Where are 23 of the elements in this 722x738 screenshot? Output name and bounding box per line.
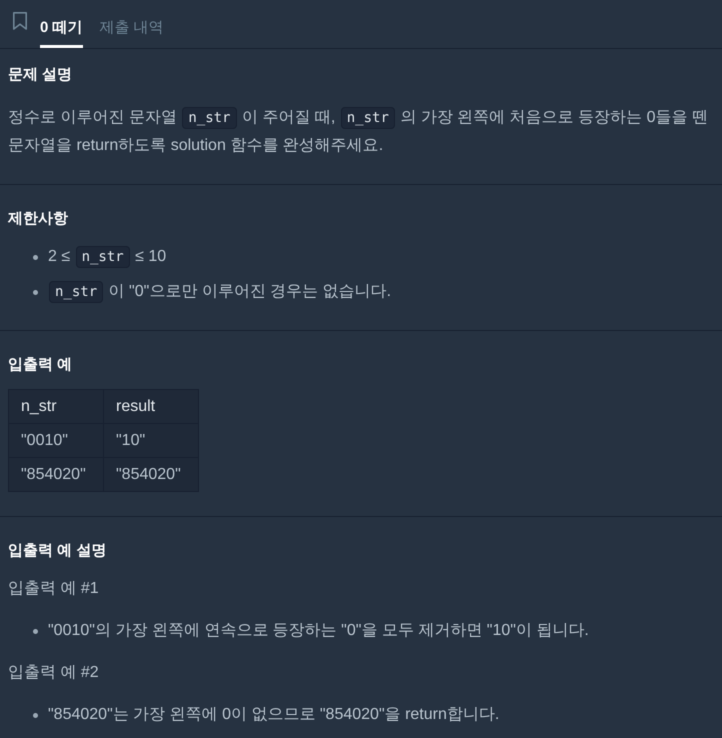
list-item-text: "0010"의 가장 왼쪽에 연속으로 등장하는 "0"을 모두 제거하면 "10"이 됩니다. <box>48 621 589 641</box>
list-item-text: 2 ≤ n_str ≤ 10 <box>48 243 166 271</box>
bullet-icon <box>33 255 38 260</box>
section-heading: 제한사항 <box>8 209 68 229</box>
paragraph-text: 입출력 예 #2 <box>8 663 100 683</box>
list-item-text: n_str 이 "0"으로만 이루어진 경우는 없습니다. <box>48 278 392 306</box>
bullet-icon <box>33 290 38 295</box>
table-cell: "0010" <box>8 424 104 458</box>
table-cell: "10" <box>104 424 198 458</box>
section-heading: 문제 설명 <box>8 65 72 85</box>
table-header-cell: n_str <box>8 390 104 424</box>
bookmark-icon[interactable] <box>13 12 27 30</box>
bullet-icon <box>33 713 38 718</box>
tab[interactable]: 0 떼기 <box>40 0 83 48</box>
bullet-icon <box>33 629 38 634</box>
paragraph-text: 입출력 예 #1 <box>8 579 100 599</box>
section-heading: 입출력 예 <box>8 355 72 375</box>
paragraph-text: 정수로 이루어진 문자열 n_str 이 주어질 때, n_str 의 가장 왼쪽에 처음으로 등장하는 0들을 뗀 문자열을 return하도록 solution 함수를 완성해주세요. <box>8 106 709 156</box>
list-item-text: "854020"는 가장 왼쪽에 0이 없으므로 "854020"을 return합니다. <box>48 705 500 725</box>
table-cell: "854020" <box>8 458 104 492</box>
table-cell: "854020" <box>104 458 198 492</box>
table-header-cell: result <box>104 390 198 424</box>
section-heading: 입출력 예 설명 <box>8 541 106 561</box>
